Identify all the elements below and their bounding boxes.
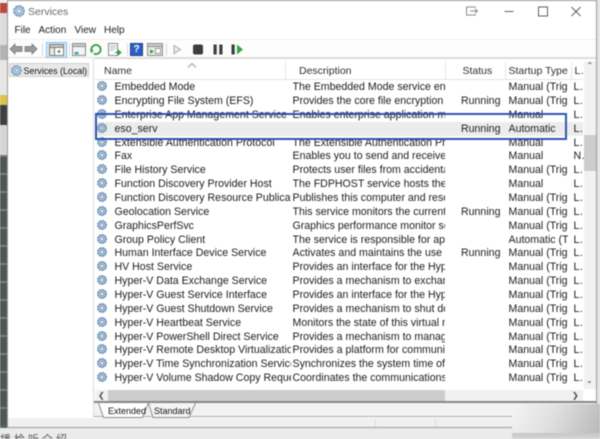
svg-text:Extended: Extended: [108, 406, 146, 416]
svg-text:Standard: Standard: [154, 406, 191, 416]
